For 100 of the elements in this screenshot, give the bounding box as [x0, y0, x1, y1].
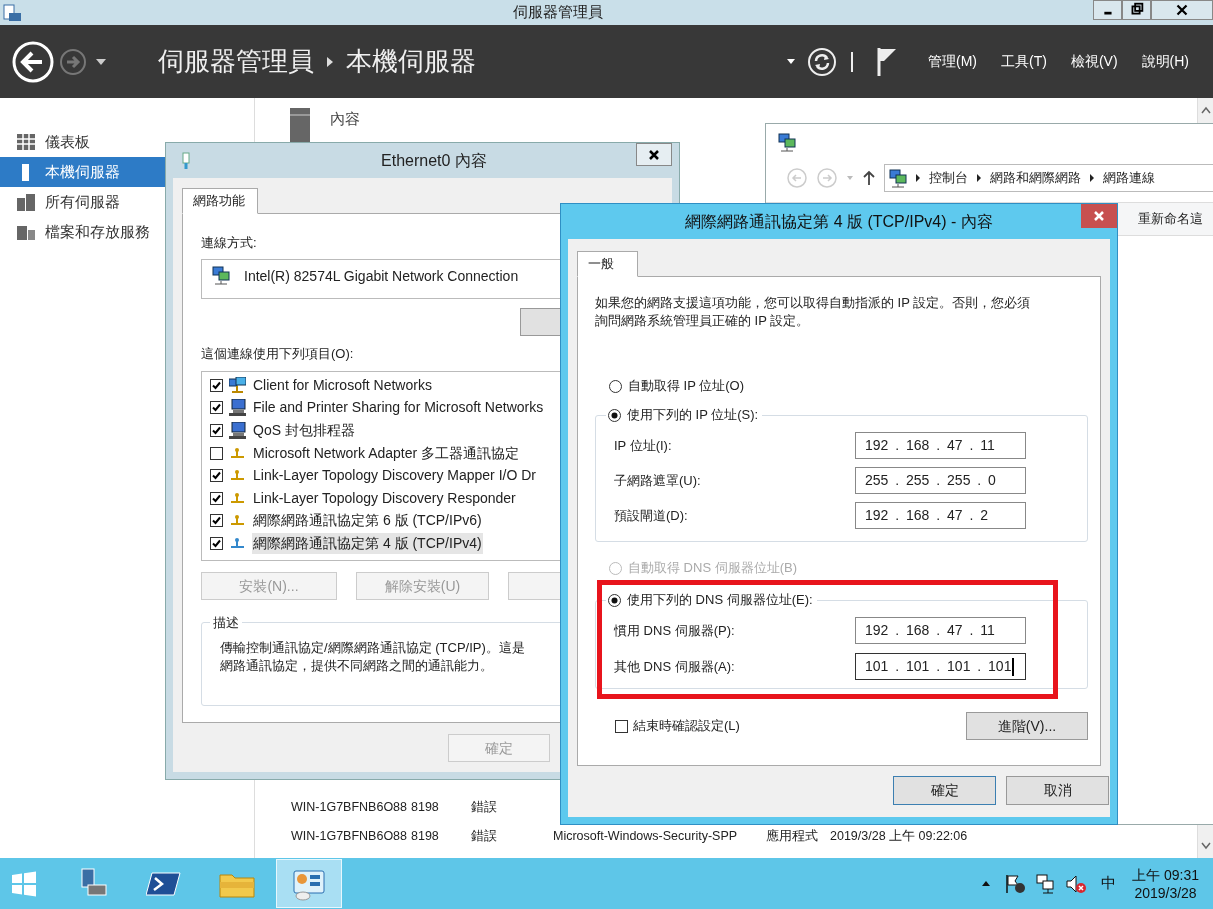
checkbox[interactable]	[210, 514, 223, 528]
list-item[interactable]: File and Printer Sharing for Microsoft Networks	[252, 397, 545, 419]
ip-address-field[interactable]: 192 . 168 . 47 . 11	[855, 432, 1026, 459]
table-cell: 8198	[411, 800, 439, 815]
tray-expand-icon[interactable]	[981, 880, 992, 887]
ip-address-field[interactable]: 192 . 168 . 47 . 2	[855, 502, 1026, 529]
chevron-icon	[915, 173, 921, 183]
table-cell: 8198	[411, 829, 439, 844]
radio-button[interactable]	[608, 593, 621, 607]
breadcrumb-item[interactable]: 網路和網際網路	[990, 168, 1081, 188]
up-icon[interactable]	[862, 170, 876, 186]
checkbox[interactable]	[210, 378, 223, 392]
input-method-indicator[interactable]: 中	[1101, 872, 1117, 895]
field-label: 其他 DNS 伺服器(A):	[614, 657, 736, 676]
menu-item[interactable]: 檢視(V)	[1070, 51, 1118, 72]
menu-item[interactable]: 管理(M)	[928, 51, 977, 72]
maximize-icon[interactable]	[1122, 0, 1151, 20]
scroll-down-icon[interactable]	[1200, 842, 1211, 850]
computer-icon	[229, 422, 246, 439]
network-icon	[889, 168, 907, 188]
back-icon[interactable]	[11, 39, 55, 84]
menu-item[interactable]: 工具(T)	[1001, 51, 1047, 72]
radio-option[interactable]: 自動取得 IP 位址(O)	[609, 377, 1083, 395]
list-item[interactable]: Link-Layer Topology Discovery Responder	[252, 487, 517, 509]
list-item[interactable]: Microsoft Network Adapter 多工器通訊協定	[252, 442, 521, 464]
field-label: 子網路遮罩(U):	[614, 471, 702, 490]
field-label: 這個連線使用下列項目(O):	[201, 344, 355, 363]
dropdown-icon[interactable]	[786, 58, 796, 65]
ip-address-field[interactable]: 255 . 255 . 255 . 0	[855, 467, 1026, 494]
minimize-icon[interactable]	[1093, 0, 1122, 20]
sidebar-item[interactable]: 儀表板	[0, 127, 165, 157]
close-icon[interactable]	[1151, 0, 1213, 20]
field-label: 連線方式:	[201, 234, 258, 252]
network-icon	[212, 265, 230, 285]
tab[interactable]: 網路功能	[182, 188, 258, 214]
checkbox[interactable]	[210, 536, 223, 550]
sidebar-item[interactable]: 本機伺服器	[0, 157, 165, 187]
taskbar-button[interactable]	[276, 859, 342, 908]
checkbox[interactable]	[210, 469, 223, 483]
radio-button[interactable]	[609, 379, 622, 393]
breadcrumb-item[interactable]: 伺服器管理員	[158, 42, 314, 81]
list-item[interactable]: 網際網路通訊協定第 4 版 (TCP/IPv4)	[252, 532, 483, 554]
flag-icon[interactable]	[876, 45, 898, 78]
checkbox-option[interactable]: 結束時確認設定(L)	[615, 716, 740, 736]
list-item[interactable]: Client for Microsoft Networks	[252, 374, 433, 396]
breadcrumb-item[interactable]: 本機伺服器	[346, 42, 476, 81]
checkbox[interactable]	[210, 446, 223, 460]
ip-address-field[interactable]: 101 . 101 . 101 . 101	[855, 653, 1026, 680]
dropdown-icon[interactable]	[95, 57, 107, 66]
flag-icon[interactable]	[1005, 872, 1028, 895]
table-cell: WIN-1G7BFNB6O88	[291, 800, 407, 815]
radio-option[interactable]: 使用下列的 DNS 伺服器位址(E):	[606, 591, 817, 609]
forward-icon[interactable]	[59, 47, 87, 76]
radio-option[interactable]: 使用下列的 IP 位址(S):	[606, 406, 763, 424]
table-cell: Microsoft-Windows-Security-SPP	[553, 829, 738, 844]
chevron-icon	[326, 55, 334, 68]
menu-item[interactable]: 說明(H)	[1141, 51, 1189, 72]
checkbox[interactable]	[210, 401, 223, 415]
clock-date[interactable]: 2019/3/28	[1134, 883, 1197, 902]
dialog-title: Ethernet0 內容	[380, 150, 488, 171]
breadcrumb-item[interactable]: 網路連線	[1103, 168, 1155, 188]
grid-icon	[17, 133, 35, 151]
section-title: 內容	[330, 109, 360, 129]
chevron-icon	[976, 173, 982, 183]
checkbox[interactable]	[210, 491, 223, 505]
scroll-up-icon[interactable]	[1200, 106, 1211, 114]
sidebar-item[interactable]: 所有伺服器	[0, 187, 165, 217]
clock-time[interactable]: 上午 09:31	[1132, 865, 1199, 884]
table-cell: 錯誤	[471, 800, 497, 815]
close-button[interactable]	[636, 143, 672, 166]
close-icon	[1093, 210, 1105, 222]
ip-address-field[interactable]: 192 . 168 . 47 . 11	[855, 617, 1026, 644]
connector-icon	[180, 151, 192, 170]
advanced-button[interactable]: 進階(V)...	[966, 712, 1088, 740]
description-text: 傳輸控制通訊協定/網際網路通訊協定 (TCP/IP)。這是 網路通訊協定，提供不同網路之間的通訊能力。	[220, 639, 525, 675]
table-cell: 錯誤	[471, 829, 497, 844]
network-icon	[778, 132, 796, 152]
start-icon[interactable]	[10, 869, 38, 898]
field-label: 預設閘道(D):	[614, 506, 689, 525]
breadcrumb-item[interactable]: 控制台	[929, 168, 968, 188]
list-item[interactable]: QoS 封包排程器	[252, 420, 356, 441]
ok-button[interactable]: 確定	[893, 776, 996, 805]
sidebar-item[interactable]: 檔案和存放服務	[0, 217, 165, 247]
list-item[interactable]: Link-Layer Topology Discovery Mapper I/O Dr	[252, 465, 537, 487]
tab[interactable]: 一般	[577, 251, 638, 277]
address-bar[interactable]: 控制台 網路和網際網路 網路連線	[884, 164, 1213, 192]
field-label: 慣用 DNS 伺服器(P):	[614, 621, 736, 640]
table-cell: WIN-1G7BFNB6O88	[291, 829, 407, 844]
network-icon	[229, 376, 246, 394]
dialog-title: 網際網路通訊協定第 4 版 (TCP/IPv4) - 內容	[685, 211, 993, 232]
list-item[interactable]: 網際網路通訊協定第 6 版 (TCP/IPv6)	[252, 510, 483, 532]
field-label: IP 位址(I):	[614, 436, 673, 455]
cancel-button[interactable]: 取消	[1006, 776, 1109, 805]
radio-button[interactable]	[608, 408, 621, 422]
checkbox[interactable]	[210, 424, 223, 437]
checkbox[interactable]	[615, 719, 628, 733]
toolbar-item[interactable]: 重新命名這	[1138, 209, 1203, 229]
storage-icon	[17, 223, 35, 241]
window-title: 伺服器管理員	[511, 2, 604, 23]
refresh-icon[interactable]	[807, 46, 837, 77]
